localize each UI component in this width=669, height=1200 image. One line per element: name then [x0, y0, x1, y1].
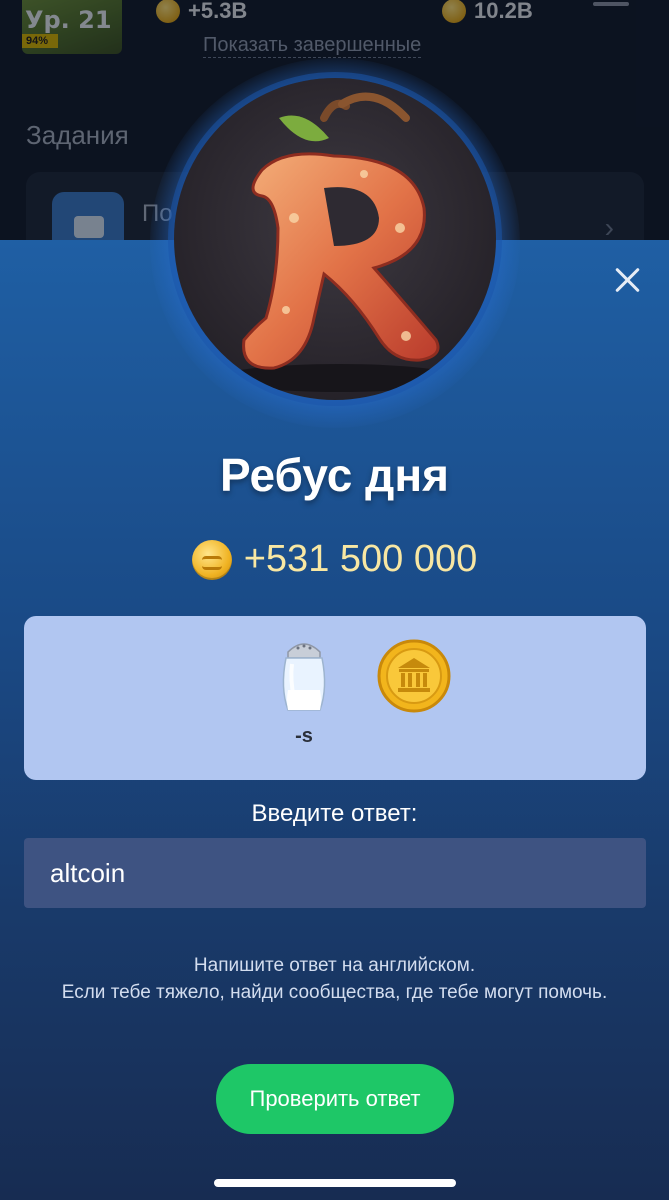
hint-text: Напишите ответ на английском. Если тебе …	[40, 952, 629, 1006]
reward-value: +531 500 000	[243, 538, 478, 580]
coin-icon	[191, 539, 232, 580]
close-icon[interactable]	[609, 262, 645, 298]
rebus-puzzle: -s	[24, 616, 646, 780]
answer-prompt: Введите ответ:	[251, 800, 418, 827]
modal-title: Ребус дня	[220, 449, 449, 501]
hint-line-2: Если тебе тяжело, найди сообщества, где …	[61, 982, 608, 1003]
rebus-caption: -s	[295, 725, 313, 747]
rebus-salt: -s	[264, 638, 344, 748]
rebus-coin	[374, 638, 454, 719]
salt-shaker-icon	[282, 643, 326, 711]
answer-input[interactable]	[24, 838, 646, 908]
hint-line-1: Напишите ответ на английском.	[193, 955, 476, 976]
check-answer-button[interactable]: Проверить ответ	[216, 1064, 454, 1134]
apple-r-logo	[174, 78, 496, 400]
reward: +531 500 000	[0, 538, 669, 581]
gold-coin-icon	[377, 639, 451, 713]
home-indicator	[214, 1179, 456, 1187]
